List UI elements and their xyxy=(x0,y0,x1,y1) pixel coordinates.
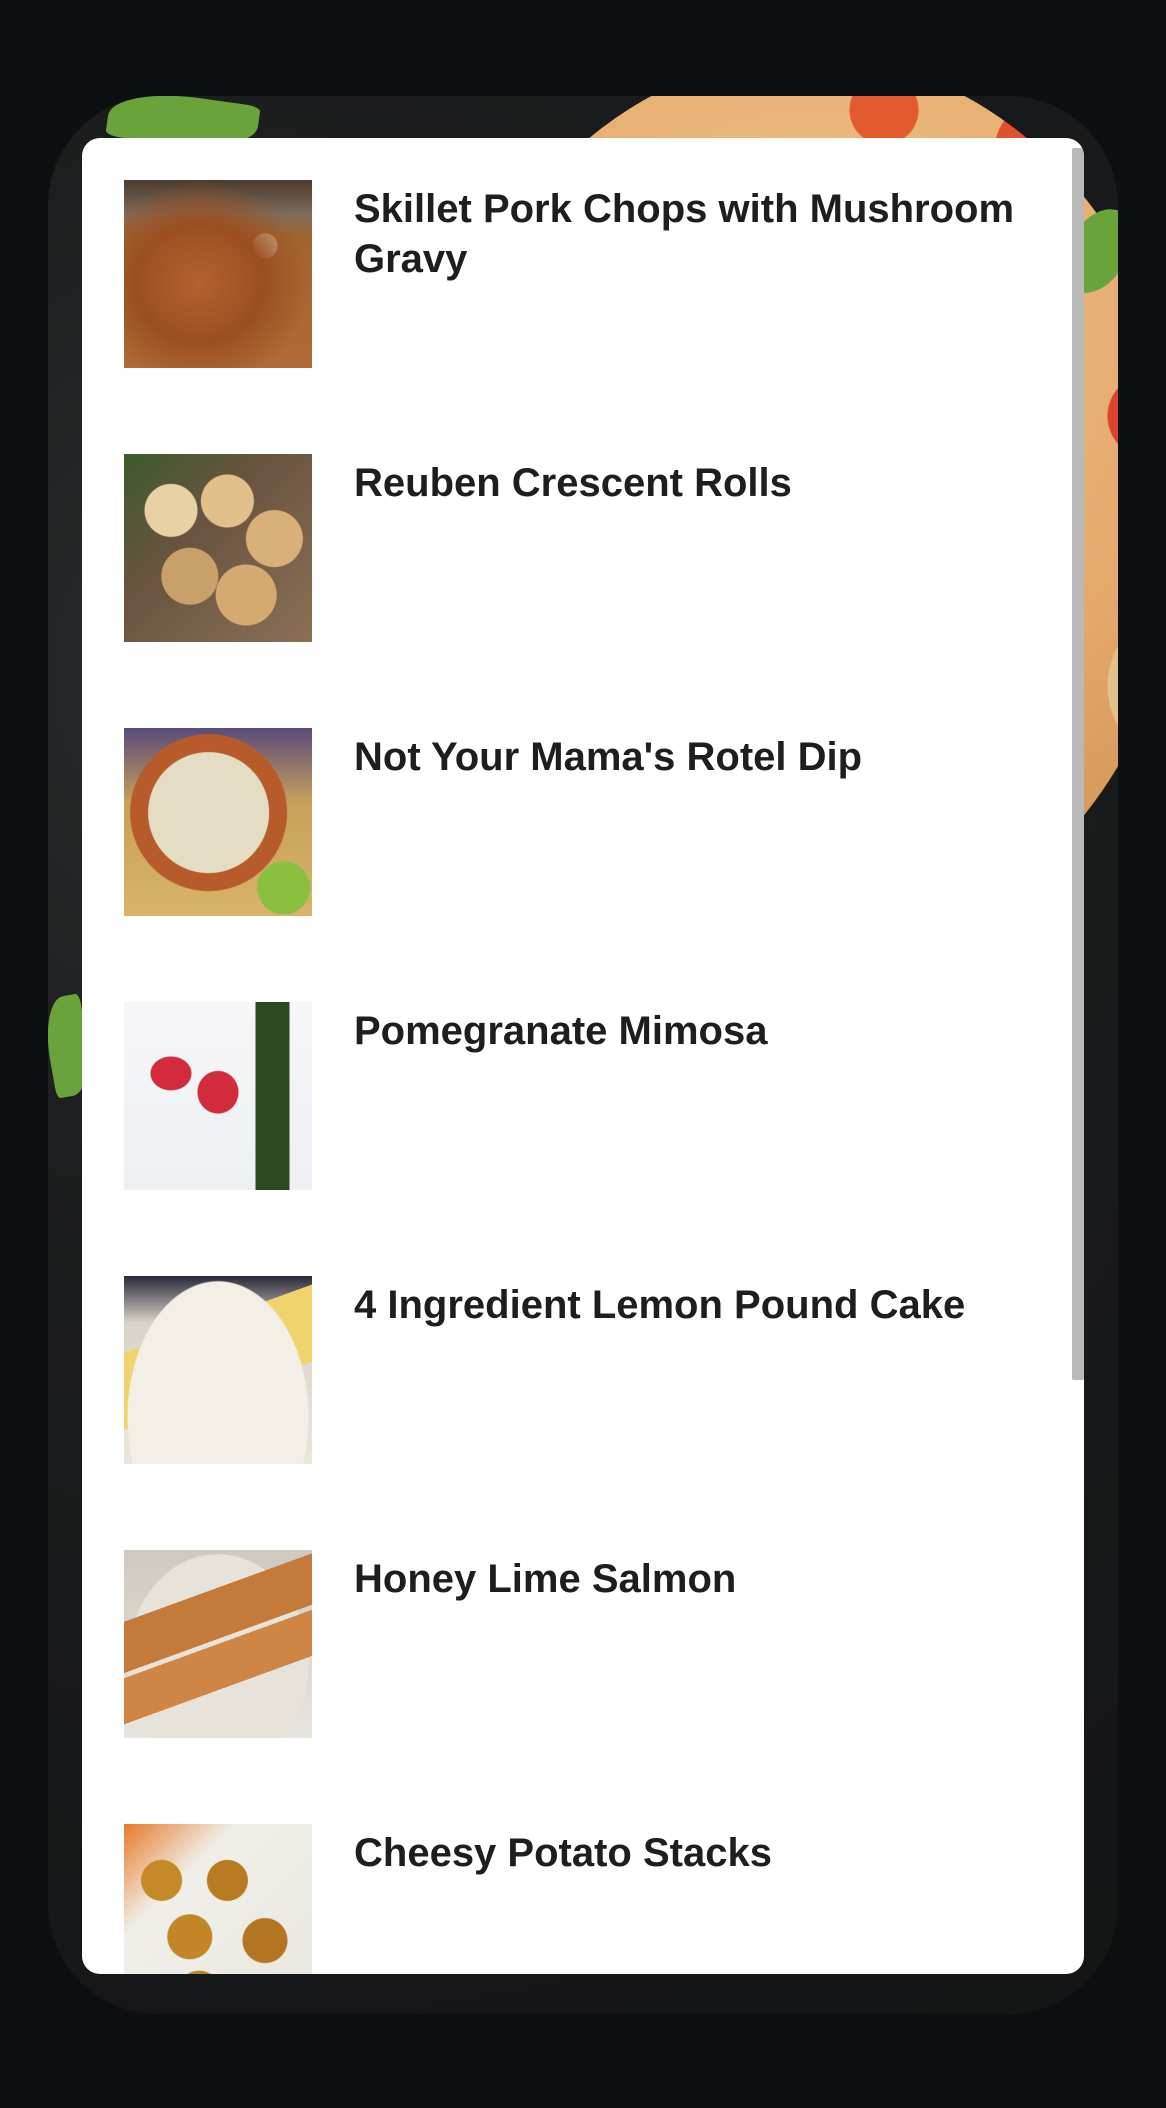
recipe-item[interactable]: Skillet Pork Chops with Mushroom Gravy xyxy=(82,138,1072,412)
recipe-title[interactable]: Skillet Pork Chops with Mushroom Gravy xyxy=(354,184,1044,284)
recipe-item[interactable]: Not Your Mama's Rotel Dip xyxy=(82,686,1072,960)
salmon-photo[interactable] xyxy=(124,1550,312,1738)
recipe-item[interactable]: Reuben Crescent Rolls xyxy=(82,412,1072,686)
scrollbar-track[interactable] xyxy=(1072,138,1084,1974)
recipe-title[interactable]: Cheesy Potato Stacks xyxy=(354,1828,1044,1878)
potato-stacks-photo[interactable] xyxy=(124,1824,312,1974)
recipe-list-card[interactable]: Skillet Pork Chops with Mushroom Gravy R… xyxy=(82,138,1084,1974)
mimosa-photo[interactable] xyxy=(124,1002,312,1190)
recipe-list[interactable]: Skillet Pork Chops with Mushroom Gravy R… xyxy=(82,138,1072,1974)
recipe-item[interactable]: Honey Lime Salmon xyxy=(82,1508,1072,1782)
lemon-cake-photo[interactable] xyxy=(124,1276,312,1464)
recipe-item[interactable]: Cheesy Potato Stacks xyxy=(82,1782,1072,1974)
pork-chops-photo[interactable] xyxy=(124,180,312,368)
recipe-item[interactable]: Pomegranate Mimosa xyxy=(82,960,1072,1234)
recipe-title[interactable]: Reuben Crescent Rolls xyxy=(354,458,1044,508)
recipe-title[interactable]: Pomegranate Mimosa xyxy=(354,1006,1044,1056)
recipe-title[interactable]: Honey Lime Salmon xyxy=(354,1554,1044,1604)
recipe-title[interactable]: 4 Ingredient Lemon Pound Cake xyxy=(354,1280,1044,1330)
crescent-rolls-photo[interactable] xyxy=(124,454,312,642)
recipe-item[interactable]: 4 Ingredient Lemon Pound Cake xyxy=(82,1234,1072,1508)
scrollbar-thumb[interactable] xyxy=(1072,148,1084,1380)
recipe-title[interactable]: Not Your Mama's Rotel Dip xyxy=(354,732,1044,782)
rotel-dip-photo[interactable] xyxy=(124,728,312,916)
